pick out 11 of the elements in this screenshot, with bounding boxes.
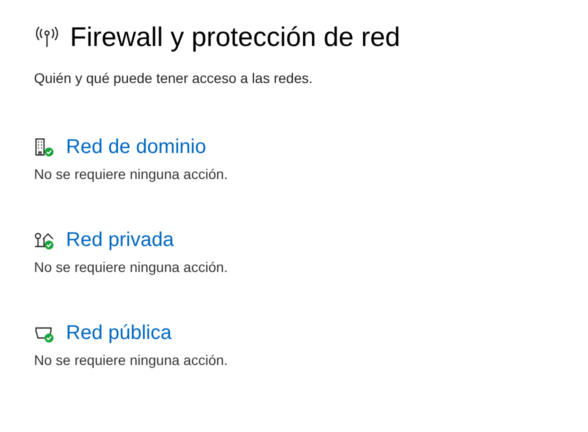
network-status: No se requiere ninguna acción. [34, 259, 229, 275]
house-icon [34, 230, 54, 250]
page-title: Firewall y protección de red [70, 22, 400, 53]
network-link[interactable]: Red de dominio [66, 136, 206, 158]
network-link[interactable]: Red privada [66, 228, 174, 252]
page-subtitle: Quién y qué puede tener acceso a las redes. [34, 70, 314, 86]
antenna-icon [34, 26, 60, 50]
network-link[interactable]: Red pública [66, 322, 172, 344]
building-icon [34, 137, 54, 157]
network-status: No se requiere ninguna acción. [34, 352, 229, 368]
network-status: No se requiere ninguna acción. [34, 166, 229, 182]
